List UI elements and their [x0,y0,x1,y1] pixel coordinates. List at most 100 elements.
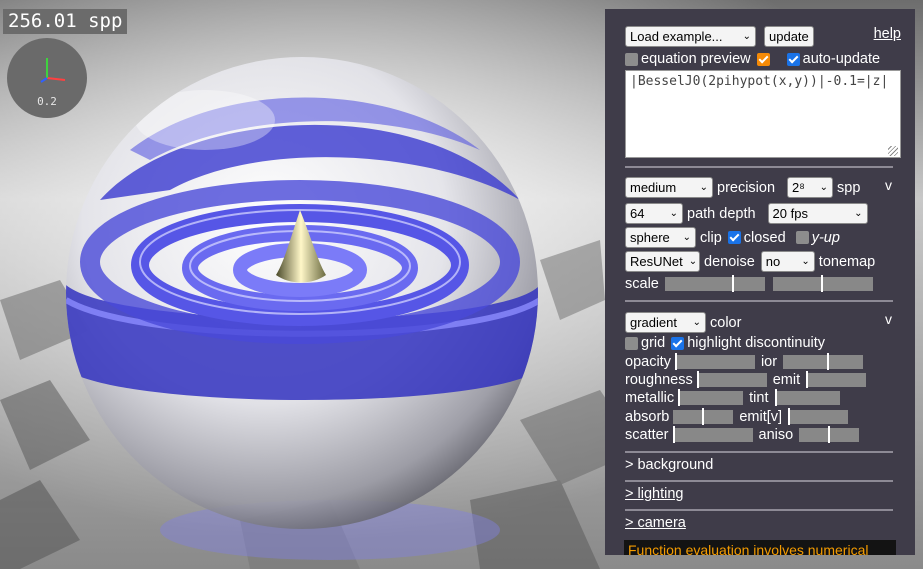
slider-thumb[interactable] [827,353,830,370]
path-depth-select[interactable]: 64 ⌄ [625,203,683,224]
slider-thumb[interactable] [678,389,681,406]
slider-thumb[interactable] [674,353,677,370]
divider [625,300,893,302]
spp-label: spp [837,179,861,196]
precision-select[interactable]: medium ⌄ [625,177,713,198]
slider-thumb[interactable] [672,426,675,443]
highlight-discontinuity-label: highlight discontinuity [687,335,826,351]
path-depth-value: 64 [630,206,645,221]
background-section[interactable]: > background [625,457,713,473]
slider-thumb[interactable] [696,371,699,388]
scale-x-slider[interactable] [664,275,765,292]
tonemap-label: tonemap [818,253,876,270]
highlight-discontinuity-checkbox[interactable] [671,336,685,350]
precision-value: medium [630,180,677,195]
grid-checkbox[interactable] [625,336,638,350]
render-settings-toggle[interactable]: v [885,177,892,193]
emit-slider[interactable] [806,371,867,388]
chevron-down-icon: ⌄ [669,208,678,219]
slider-thumb[interactable] [828,426,831,443]
axes-scale-value: 0.2 [37,95,57,108]
equation-input[interactable]: |BesselJ0(2pihypot(x,y))|-0.1=|z| [625,70,901,158]
tint-label: tint [749,390,769,406]
grid-label: grid [641,335,666,351]
lighting-section[interactable]: > lighting [625,486,683,502]
equation-preview-checkbox[interactable] [625,52,638,66]
material-settings-toggle[interactable]: v [885,311,892,327]
chevron-down-icon: ⌄ [801,256,810,267]
slider-thumb[interactable] [731,275,734,292]
fps-value: 20 fps [772,206,808,221]
denoise-value: ResUNet [630,254,683,269]
path-depth-label: path depth [687,205,756,222]
divider [625,509,893,511]
help-link[interactable]: help [874,26,901,42]
chevron-down-icon: ⌄ [742,31,751,42]
denoise-label: denoise [704,253,755,270]
aniso-label: aniso [758,427,794,443]
load-example-select[interactable]: Load example... ⌄ [625,26,756,47]
color-value: gradient [630,315,677,330]
axes-icon [40,58,66,83]
color-select[interactable]: gradient ⌄ [625,312,706,333]
spp-readout: 256.01 spp [3,9,128,34]
clip-label: clip [700,229,722,246]
clip-select[interactable]: sphere ⌄ [625,227,696,248]
precision-label: precision [717,179,776,196]
emit-v-label: emit[v] [739,409,783,425]
tint-slider[interactable] [774,389,840,406]
closed-label: closed [743,229,786,246]
slider-thumb[interactable] [788,408,791,425]
chevron-down-icon: ⌄ [688,256,698,267]
roughness-label: roughness [625,372,693,388]
aniso-slider[interactable] [799,426,860,443]
metallic-label: metallic [625,390,675,406]
tonemap-value: no [765,254,781,269]
clip-value: sphere [630,230,670,245]
ior-label: ior [760,354,778,370]
opacity-label: opacity [625,354,671,370]
spp-value: 2⁸ [792,180,805,195]
auto-update-checkbox[interactable] [786,52,800,66]
spp-select[interactable]: 2⁸ ⌄ [787,177,834,198]
absorb-slider[interactable] [673,408,734,425]
absorb-label: absorb [625,409,670,425]
chevron-down-icon: ⌄ [819,182,829,193]
equation-preview-label: equation preview [641,51,751,67]
closed-checkbox[interactable] [727,231,741,244]
opacity-slider[interactable] [674,353,755,370]
y-up-checkbox[interactable] [795,231,809,244]
load-example-label: Load example... [630,29,723,44]
color-label: color [710,314,742,331]
chevron-down-icon: ⌄ [682,232,691,243]
scale-y-slider[interactable] [772,275,873,292]
auto-update-label: auto-update [802,51,881,67]
emit-label: emit [772,372,801,388]
update-button[interactable]: update [764,26,814,47]
slider-thumb[interactable] [702,408,705,425]
slider-thumb[interactable] [806,371,809,388]
slider-thumb[interactable] [774,389,777,406]
roughness-slider[interactable] [696,371,767,388]
metallic-slider[interactable] [678,389,744,406]
divider [625,451,893,453]
chevron-down-icon: ⌄ [699,182,708,193]
fps-select[interactable]: 20 fps ⌄ [767,203,868,224]
scatter-label: scatter [625,427,669,443]
warning-message: Function evaluation involves numerical [624,540,896,555]
axes-gizmo[interactable]: 0.2 [7,38,87,118]
slider-thumb[interactable] [820,275,823,292]
equation-preview-warning-checkbox[interactable] [756,52,770,66]
camera-section[interactable]: > camera [625,515,686,531]
emit-v-slider[interactable] [788,408,849,425]
chevron-down-icon: ⌄ [854,208,863,219]
tonemap-select[interactable]: no ⌄ [760,251,815,272]
ior-slider[interactable] [783,353,864,370]
divider [625,480,893,482]
denoise-select[interactable]: ResUNet ⌄ [625,251,700,272]
divider [625,166,893,168]
control-panel: Load example... ⌄ update help equation p… [605,9,915,555]
chevron-down-icon: ⌄ [692,317,701,328]
resize-grip-icon[interactable] [888,146,898,156]
scatter-slider[interactable] [672,426,753,443]
